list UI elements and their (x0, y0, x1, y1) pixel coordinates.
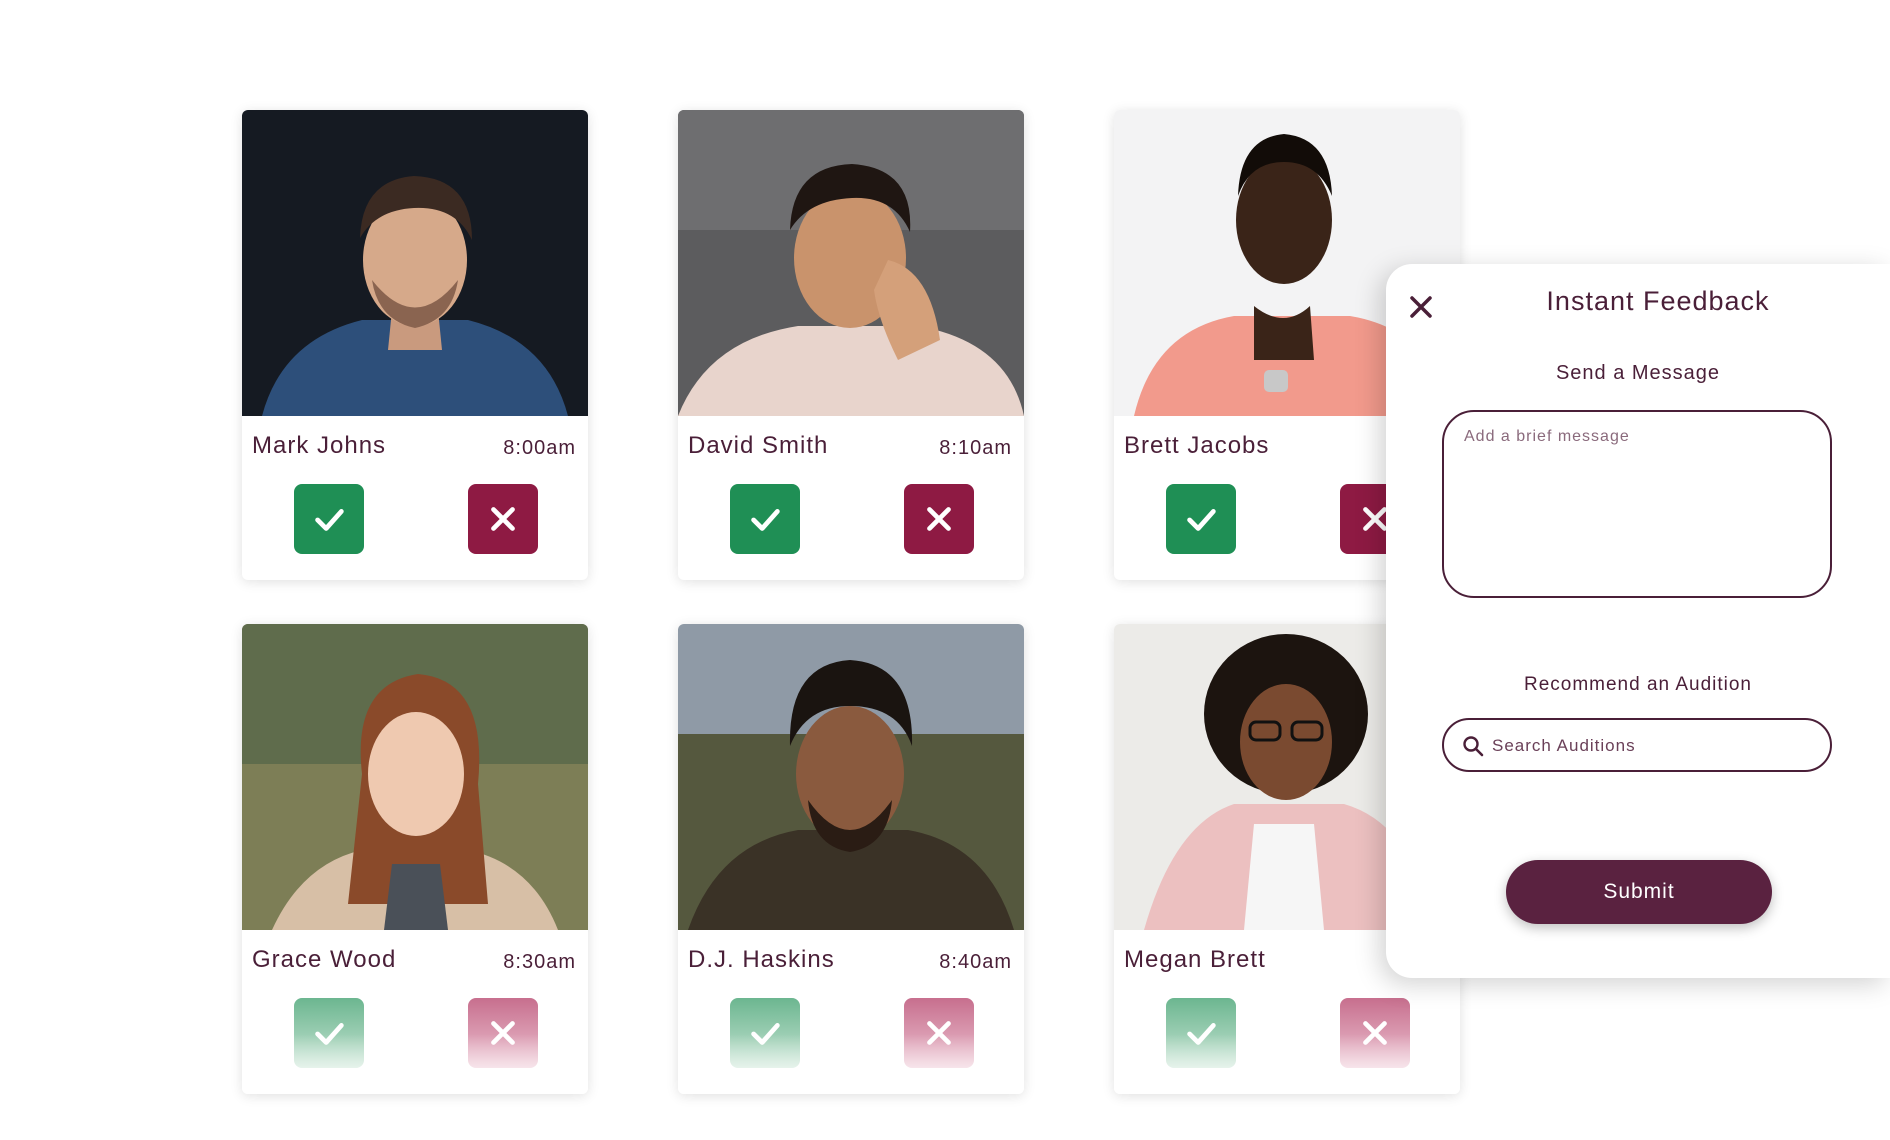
message-label: Send a Message (1555, 362, 1721, 384)
x-icon (491, 507, 515, 531)
accept-button[interactable] (294, 484, 364, 554)
submit-button[interactable]: Submit (1506, 860, 1772, 924)
candidate-photo (242, 624, 588, 930)
check-icon (751, 509, 780, 531)
panel-title: Instant Feedback (1546, 286, 1770, 316)
candidate-card: Mark Johns 8:00am (242, 110, 588, 580)
audition-time: 8:00am (503, 437, 576, 459)
search-input[interactable] (1490, 728, 1814, 764)
candidate-photo (242, 110, 588, 416)
message-input[interactable] (1442, 410, 1832, 598)
audition-label: Recommend an Audition (1523, 674, 1752, 695)
candidate-card: David Smith 8:10am (678, 110, 1024, 580)
search-icon (1463, 736, 1484, 757)
accept-button[interactable] (1166, 484, 1236, 554)
accept-button[interactable] (730, 484, 800, 554)
candidate-name: Brett Jacobs (1124, 432, 1270, 459)
candidate-name: Megan Brett (1124, 946, 1266, 973)
instant-feedback-panel: Instant Feedback Send a Message Recommen… (1386, 264, 1890, 978)
candidate-photo (678, 110, 1024, 416)
audition-time: 8:10am (939, 437, 1012, 459)
candidate-card: D.J. Haskins 8:40am (678, 624, 1024, 1094)
check-icon (1187, 509, 1216, 531)
reject-button[interactable] (904, 484, 974, 554)
candidate-name: Grace Wood (252, 946, 397, 973)
candidate-name: Mark Johns (252, 432, 387, 459)
audition-search[interactable] (1442, 718, 1832, 772)
audition-time: 8:40am (939, 951, 1012, 973)
x-icon (927, 507, 951, 531)
audition-time: 8:30am (503, 951, 576, 973)
candidate-name: David Smith (688, 432, 829, 459)
check-icon (315, 509, 344, 531)
candidate-photo (678, 624, 1024, 930)
candidate-name: D.J. Haskins (688, 946, 835, 973)
reject-button[interactable] (468, 484, 538, 554)
audition-board: Mark Johns 8:00am David Smith 8:10am Bre… (0, 0, 1890, 1140)
candidate-card: Grace Wood 8:30am (242, 624, 588, 1094)
